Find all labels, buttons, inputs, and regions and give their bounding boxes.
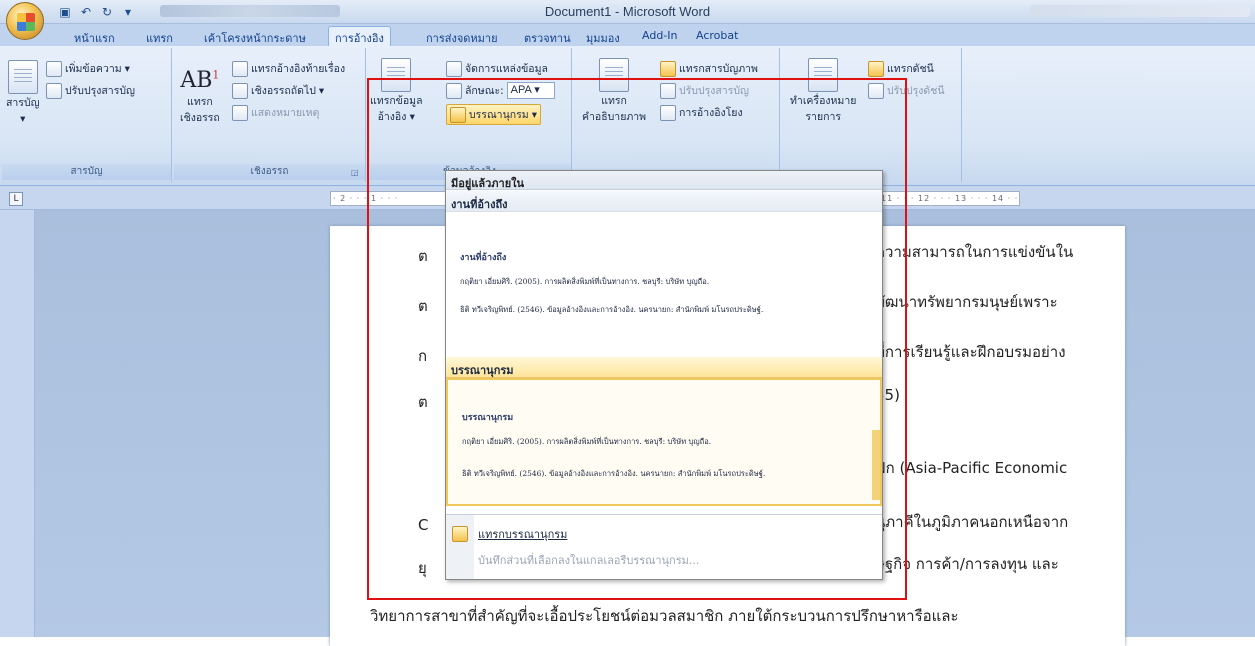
- doc-line: ก: [418, 347, 428, 365]
- manage-sources-button[interactable]: จัดการแหล่งข้อมูล: [446, 60, 548, 77]
- next-footnote-icon: [232, 82, 248, 99]
- gallery-item-works-cited[interactable]: งานที่อ้างถึง งานที่อ้างถึง กฤติยา เอี่ย…: [446, 191, 882, 320]
- tab-mailings[interactable]: การส่งจดหมาย: [420, 27, 504, 46]
- update-index-icon: [868, 82, 884, 99]
- cross-reference-icon: [660, 104, 676, 121]
- toc-icon: [7, 60, 38, 94]
- insert-bibliography-icon: [452, 526, 468, 542]
- doc-line: ที่การเรียนรู้และฝึกอบรมอย่าง: [875, 343, 1066, 361]
- save-selection-command[interactable]: บันทึกส่วนที่เลือกลงในแกลเลอรีบรรณานุกรม…: [446, 549, 882, 571]
- footnotes-group: AB1 แทรก เชิงอรรถ แทรกอ้างอิงท้ายเรื่อง …: [174, 48, 366, 182]
- doc-line: ฟิก (Asia-Pacific Economic: [875, 459, 1068, 477]
- insert-endnote-button[interactable]: แทรกอ้างอิงท้ายเรื่อง: [232, 60, 345, 77]
- insert-citation-icon: [381, 58, 412, 92]
- doc-line: C: [418, 516, 429, 534]
- insert-citation-button[interactable]: แทรกข้อมูล อ้างอิง ▾: [370, 58, 423, 124]
- doc-line: นุภาคีในภูมิภาคนอกเหนือจาก: [875, 513, 1069, 531]
- cross-reference-button[interactable]: การอ้างอิงโยง: [660, 104, 743, 121]
- menu-separator: [446, 514, 882, 515]
- show-notes-button[interactable]: แสดงหมายเหตุ: [232, 104, 319, 121]
- doc-line: ษฐกิจ การค้า/การลงทุน และ: [875, 555, 1059, 573]
- tab-references[interactable]: การอ้างอิง: [328, 26, 391, 47]
- insert-footnote-button[interactable]: AB1 แทรก เชิงอรรถ: [180, 68, 220, 125]
- insert-index-icon: [868, 60, 884, 77]
- citations-group: แทรกข้อมูล อ้างอิง ▾ จัดการแหล่งข้อมูล ล…: [368, 48, 572, 182]
- update-table-icon: [46, 82, 62, 99]
- gallery-item-title: บรรณานุกรม: [446, 357, 882, 378]
- insert-bibliography-command[interactable]: แทรกบรรณานุกรม: [446, 523, 882, 545]
- preview-reference: กฤติยา เอี่ยมศิริ. (2005). การผลิตสิ่งพิ…: [462, 437, 712, 446]
- add-text-button[interactable]: เพิ่มข้อความ ▾: [46, 60, 130, 77]
- bibliography-dropdown[interactable]: มีอยู่แล้วภายใน งานที่อ้างถึง งานที่อ้าง…: [445, 170, 883, 580]
- tab-view[interactable]: มุมมอง: [580, 27, 626, 46]
- gallery-item-preview: บรรณานุกรม กฤติยา เอี่ยมศิริ. (2005). กา…: [446, 378, 882, 506]
- update-index-button[interactable]: ปรับปรุงดัชนี: [868, 82, 945, 99]
- insert-caption-button[interactable]: แทรก คำอธิบายภาพ: [582, 58, 646, 124]
- title-bar: ▣ ↶ ↻ ▾ Document1 - Microsoft Word: [0, 0, 1255, 24]
- mark-entry-button[interactable]: ทำเครื่องหมาย รายการ: [790, 58, 856, 124]
- insert-index-button[interactable]: แทรกดัชนี: [868, 60, 934, 77]
- tab-insert[interactable]: แทรก: [140, 27, 179, 46]
- office-button[interactable]: [6, 2, 44, 40]
- update-table-of-figures-button[interactable]: ปรับปรุงสารบัญ: [660, 82, 749, 99]
- update-table-icon: [660, 82, 676, 99]
- office-logo-icon: [17, 13, 35, 31]
- preview-reference: ธิติ ทวีเจริญพิทย์. (2546). ข้อมูลอ้างอิ…: [460, 305, 764, 314]
- gallery-item-title: งานที่อ้างถึง: [446, 191, 882, 212]
- preview-reference: กฤติยา เอี่ยมศิริ. (2005). การผลิตสิ่งพิ…: [460, 277, 710, 286]
- update-toc-button[interactable]: ปรับปรุงสารบัญ: [46, 82, 135, 99]
- footnotes-group-label: เชิงอรรถ: [174, 164, 365, 180]
- toc-button[interactable]: สารบัญ ▾: [6, 60, 40, 126]
- next-footnote-button[interactable]: เชิงอรรถถัดไป ▾: [232, 82, 324, 99]
- style-selector[interactable]: ลักษณะ: APA ▾: [446, 82, 555, 99]
- show-notes-icon: [232, 104, 248, 121]
- doc-line: ความสามารถในการแข่งขันใน: [875, 243, 1074, 261]
- vertical-ruler: [0, 210, 35, 637]
- tab-acrobat[interactable]: Acrobat: [690, 27, 744, 46]
- style-dropdown[interactable]: APA ▾: [506, 82, 555, 99]
- tab-home[interactable]: หน้าแรก: [68, 27, 121, 46]
- preview-reference: ธิติ ทวีเจริญพิทย์. (2546). ข้อมูลอ้างอิ…: [462, 469, 766, 478]
- style-icon: [446, 82, 462, 99]
- doc-line: ยุ: [418, 559, 427, 577]
- gallery-item-preview: งานที่อ้างถึง กฤติยา เอี่ยมศิริ. (2005).…: [446, 212, 882, 320]
- insert-table-of-figures-button[interactable]: แทรกสารบัญภาพ: [660, 60, 758, 77]
- toc-group: สารบัญ ▾ เพิ่มข้อความ ▾ ปรับปรุงสารบัญ สา…: [2, 48, 172, 182]
- ribbon: สารบัญ ▾ เพิ่มข้อความ ▾ ปรับปรุงสารบัญ สา…: [0, 46, 1255, 186]
- doc-line: ต: [418, 297, 428, 315]
- doc-line: ต: [418, 247, 428, 265]
- table-of-figures-icon: [660, 60, 676, 77]
- preview-heading: บรรณานุกรม: [462, 413, 514, 423]
- gallery-scroll-indicator: [872, 430, 880, 500]
- tab-selector[interactable]: L: [9, 192, 23, 206]
- tab-review[interactable]: ตรวจทาน: [518, 27, 577, 46]
- bibliography-icon: [450, 106, 466, 123]
- ribbon-tabs: หน้าแรก แทรก เค้าโครงหน้ากระดาษ การอ้างอ…: [0, 24, 1255, 47]
- add-text-icon: [46, 60, 62, 77]
- doc-line: วิทยาการสาขาที่สำคัญที่จะเอื้อประโยชน์ต่…: [370, 607, 959, 625]
- gallery-item-bibliography[interactable]: บรรณานุกรม บรรณานุกรม กฤติยา เอี่ยมศิริ.…: [446, 357, 882, 506]
- tab-add-in[interactable]: Add-In: [636, 27, 683, 46]
- bibliography-button[interactable]: บรรณานุกรม ▾: [446, 104, 541, 125]
- dialog-launcher-icon[interactable]: ◲: [351, 168, 361, 178]
- captions-group: แทรก คำอธิบายภาพ แทรกสารบัญภาพ ปรับปรุงส…: [574, 48, 780, 182]
- blurred-title-right: [1030, 5, 1250, 17]
- insert-caption-icon: [599, 58, 630, 92]
- gallery-header: มีอยู่แล้วภายใน: [446, 171, 882, 190]
- doc-line: ต: [418, 393, 428, 411]
- mark-entry-icon: [808, 58, 839, 92]
- index-group: ทำเครื่องหมาย รายการ แทรกดัชนี ปรับปรุงด…: [782, 48, 962, 182]
- endnote-icon: [232, 60, 248, 77]
- doc-line: พัฒนาทรัพยากรมนุษย์เพราะ: [875, 293, 1058, 311]
- tab-page-layout[interactable]: เค้าโครงหน้ากระดาษ: [198, 27, 312, 46]
- toc-group-label: สารบัญ: [2, 164, 171, 180]
- preview-heading: งานที่อ้างถึง: [460, 253, 507, 263]
- footnote-icon: AB1: [180, 68, 220, 93]
- manage-sources-icon: [446, 60, 462, 77]
